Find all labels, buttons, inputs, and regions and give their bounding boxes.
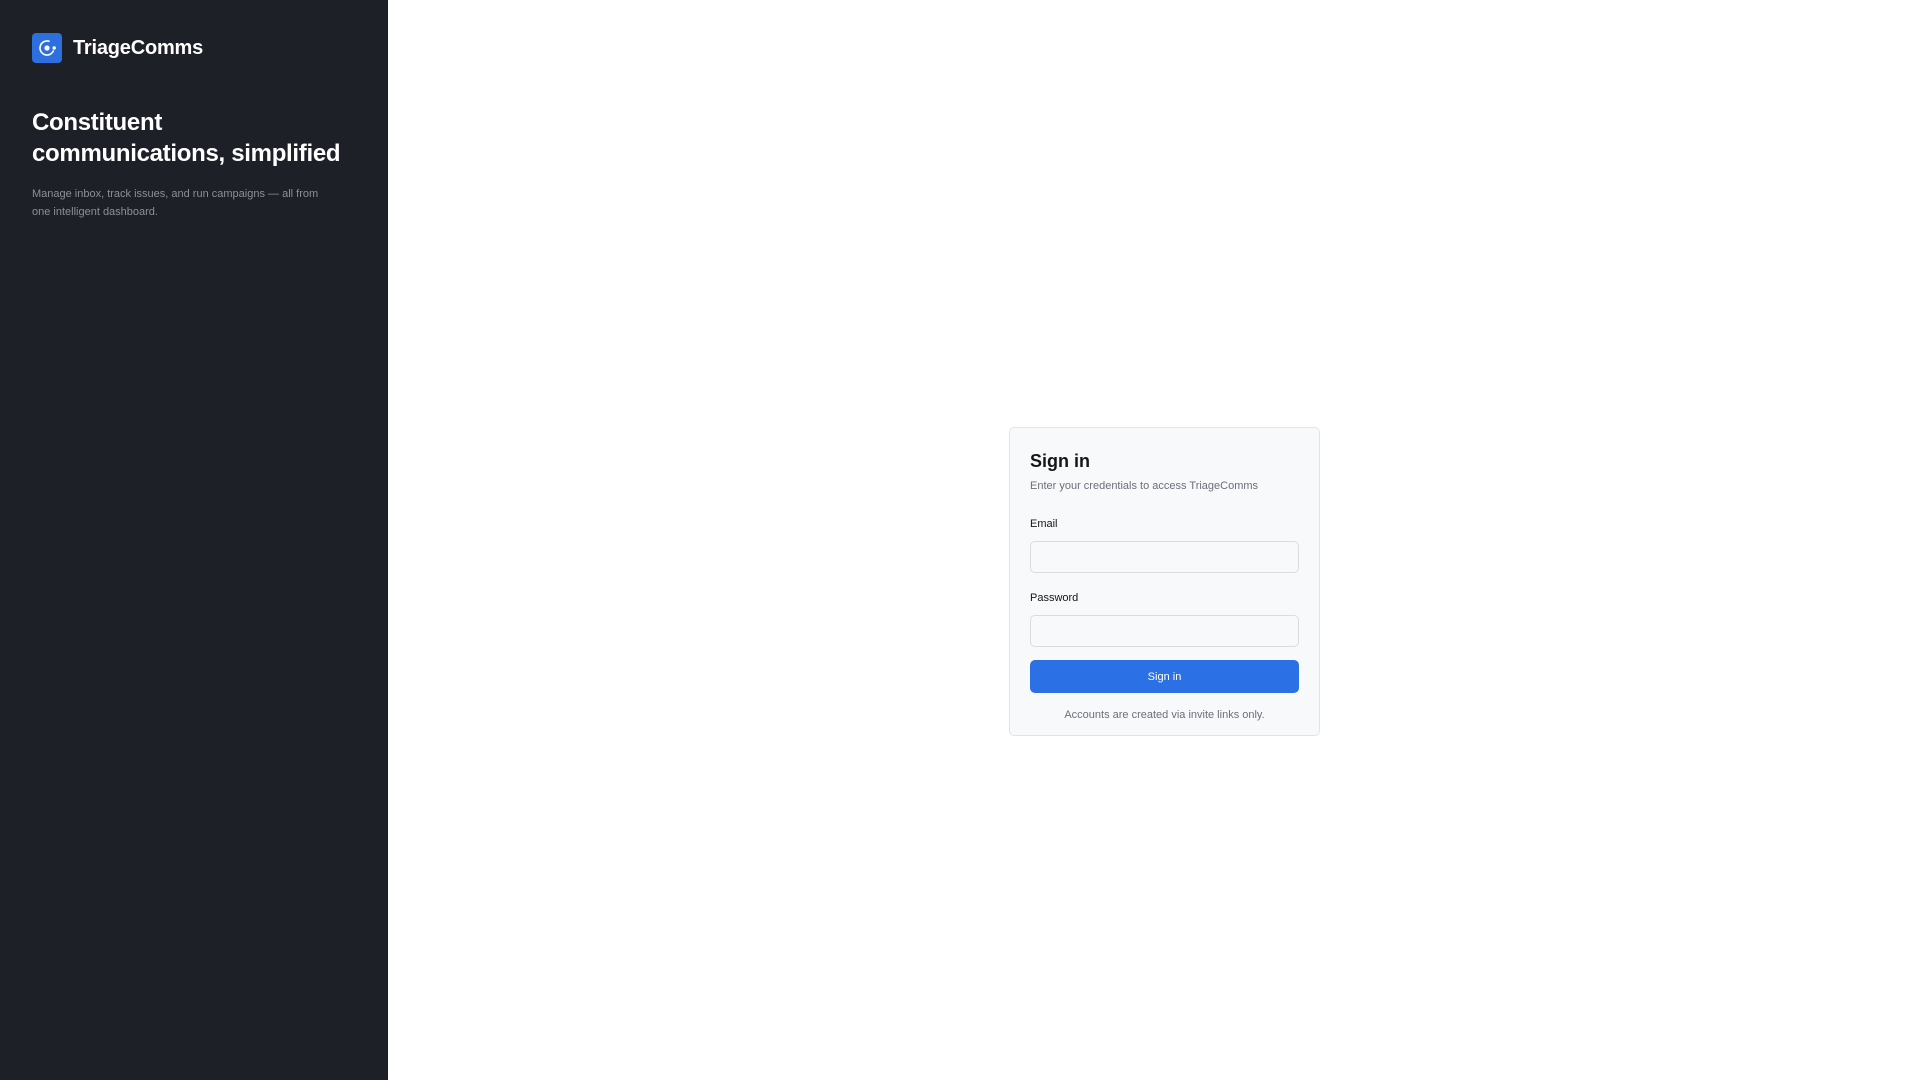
brand-tagline: Manage inbox, track issues, and run camp… [32, 188, 319, 218]
target-icon [32, 33, 62, 63]
signin-title: Sign in [1030, 451, 1090, 471]
email-field[interactable] [1030, 541, 1299, 573]
brand-logo: TriageComms [32, 33, 356, 63]
email-label: Email [1030, 518, 1058, 530]
brand-panel: TriageComms Constituent communications, … [0, 0, 388, 1080]
signin-subtitle: Enter your credentials to access TriageC… [1030, 480, 1259, 492]
app-name: TriageComms [73, 36, 204, 59]
login-page: TriageComms Constituent communications, … [0, 0, 1920, 1080]
signin-card: Sign in Enter your credentials to access… [1009, 427, 1320, 736]
brand-headline: Constituent communications, simplified [32, 109, 341, 167]
main-area: Sign in Enter your credentials to access… [388, 0, 1920, 1080]
invite-note: Accounts are created via invite links on… [1064, 709, 1265, 721]
password-field[interactable] [1030, 615, 1299, 647]
signin-button[interactable]: Sign in [1030, 660, 1299, 693]
password-label: Password [1030, 592, 1079, 604]
